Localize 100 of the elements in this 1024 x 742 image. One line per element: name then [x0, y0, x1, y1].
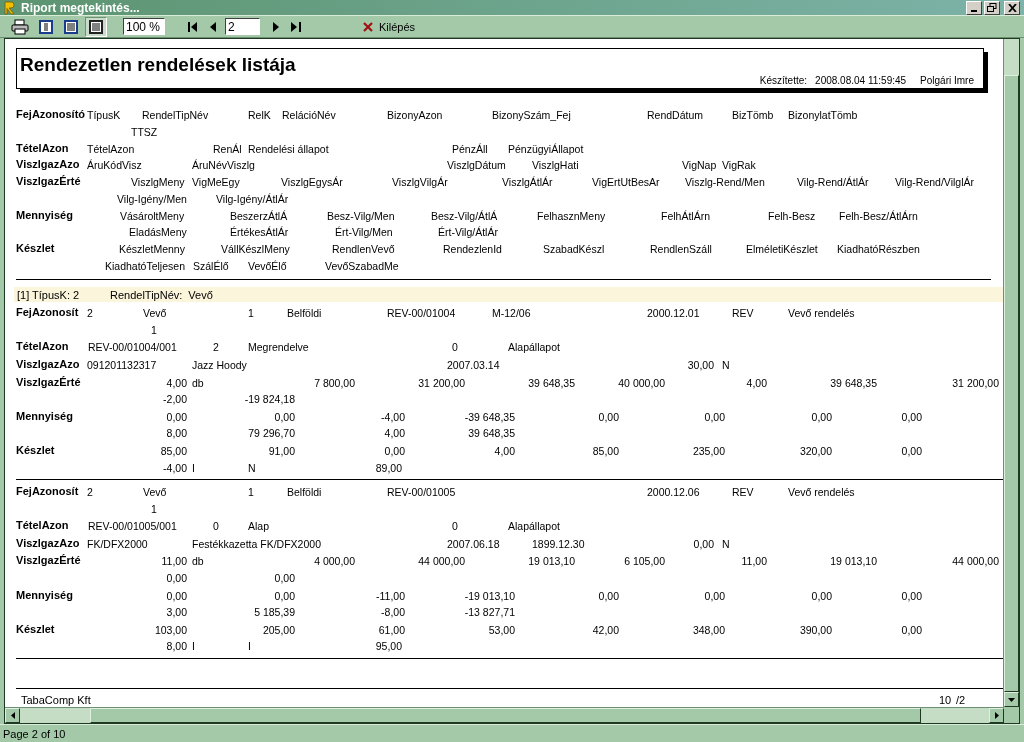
field-value: Jazz Hoody: [192, 358, 247, 371]
field-value: 2000.12.01: [647, 307, 700, 320]
field-value: 95,00: [375, 640, 402, 653]
field-value: 40 000,00: [618, 376, 665, 389]
minimize-button[interactable]: [966, 0, 982, 15]
field-value: 103,00: [154, 623, 187, 636]
field-value: Megrendelve: [248, 341, 309, 354]
field-value: 0,00: [704, 410, 725, 423]
field-value: 2: [87, 486, 93, 499]
field-value: REV-00/01005/001: [88, 520, 177, 533]
field-value: REV: [732, 486, 754, 499]
section-label: TételAzon: [16, 519, 69, 532]
field-value: 0,00: [166, 572, 187, 585]
field-name: BeszerzÁtlÁ: [230, 209, 288, 222]
field-name: FelhasznMeny: [537, 209, 606, 222]
company-name: TabaComp Kft: [21, 694, 91, 707]
field-value: 0: [452, 341, 458, 354]
field-name: Vilg-Rend/ÁtlÁr: [797, 176, 869, 189]
section-label: ViszlgazÉrté: [16, 175, 81, 188]
field-name: ÁruKódVisz: [87, 159, 142, 172]
zoom-field[interactable]: 100 %: [123, 18, 165, 36]
section-label: Készlet: [16, 622, 55, 635]
field-name: RendezlenId: [443, 242, 502, 255]
report-title: Rendezetlen rendelések listája: [20, 54, 296, 77]
section-label: FejAzonosít: [16, 485, 79, 498]
field-value: -4,00: [163, 461, 187, 474]
field-value: 39 648,35: [528, 376, 575, 389]
field-name: BizTömb: [732, 109, 774, 122]
page-view-button[interactable]: [85, 16, 107, 37]
field-value: 4,00: [384, 427, 405, 440]
scroll-down-icon[interactable]: [1008, 697, 1015, 702]
field-value: 8,00: [166, 427, 187, 440]
status-text: Page 2 of 10: [3, 727, 66, 740]
field-value: 0,00: [693, 537, 714, 550]
field-name: RelK: [248, 109, 271, 122]
field-value: Alap: [248, 520, 269, 533]
section-label: FejAzonosít: [16, 306, 79, 319]
scroll-right-icon[interactable]: [994, 712, 999, 720]
field-name: ViszlgMeny: [131, 176, 185, 189]
field-value: REV-00/01004/001: [88, 341, 177, 354]
field-value: 85,00: [160, 444, 187, 457]
horizontal-scrollbar[interactable]: [5, 707, 1004, 724]
field-name: ViszlgÁtlÁr: [502, 176, 553, 189]
field-name: RendlenSzáll: [650, 242, 712, 255]
section-label: FejAzonosító: [16, 108, 86, 121]
field-value: 3,00: [166, 606, 187, 619]
field-value: 0: [213, 520, 219, 533]
field-name: Besz-Vilg/Men: [327, 209, 395, 222]
field-name: Felh-Besz/ÁtlÁrn: [839, 209, 918, 222]
field-name: ÁruNévViszlg: [192, 159, 255, 172]
field-value: -19 013,10: [464, 589, 515, 602]
field-value: 235,00: [692, 444, 725, 457]
field-value: 2000.12.06: [647, 486, 700, 499]
field-name: VigRak: [722, 159, 756, 172]
field-value: 11,00: [741, 555, 767, 568]
field-value: 0,00: [811, 589, 832, 602]
restore-button[interactable]: [984, 0, 1000, 15]
section-label: TételAzon: [16, 141, 69, 154]
field-value: -11,00: [376, 589, 405, 602]
field-value: 44 000,00: [952, 555, 999, 568]
field-value: 42,00: [592, 623, 619, 636]
field-value: 5 185,39: [254, 606, 295, 619]
author-name: Polgári Imre: [920, 75, 974, 87]
field-name: VigErtUtBesAr: [592, 176, 660, 189]
field-value: FK/DFX2000: [87, 537, 148, 550]
vertical-scrollbar[interactable]: [1003, 39, 1019, 708]
field-value: -13 827,71: [464, 606, 515, 619]
field-name: TételAzon: [87, 142, 135, 155]
field-value: 2007.06.18: [447, 537, 500, 550]
last-page-button[interactable]: [288, 19, 304, 34]
field-name: VigNap: [682, 159, 717, 172]
section-label: TételAzon: [16, 340, 69, 353]
field-name: SzabadKészl: [543, 242, 605, 255]
field-value: M-12/06: [492, 307, 531, 320]
section-label: ViszlgazÉrté: [16, 554, 81, 567]
field-name: ViszlgDátum: [447, 159, 506, 172]
field-value: 53,00: [488, 623, 515, 636]
field-value: 4,00: [166, 376, 187, 389]
field-value: 7 800,00: [314, 376, 355, 389]
field-name: PénzügyiÁllapot: [508, 142, 584, 155]
field-value: 31 200,00: [952, 376, 999, 389]
made-by-label: Készítette:: [759, 75, 808, 87]
field-value: 39 648,35: [830, 376, 877, 389]
exit-button[interactable]: Kilépés: [360, 18, 419, 35]
field-value: 1: [248, 486, 254, 499]
field-value: 0,00: [166, 410, 187, 423]
field-value: 0,00: [274, 410, 295, 423]
field-value: 1: [151, 323, 157, 336]
close-button[interactable]: [1004, 0, 1020, 15]
field-value: 0,00: [384, 444, 405, 457]
field-value: 091201132317: [87, 358, 157, 371]
field-value: 0,00: [901, 444, 922, 457]
page-field[interactable]: 2: [225, 18, 260, 36]
print-button[interactable]: [8, 16, 32, 37]
field-value: Vevő: [143, 307, 167, 320]
field-value: 8,00: [166, 640, 187, 653]
field-value: 19 013,10: [830, 555, 877, 568]
section-label: ViszlgazÉrté: [16, 375, 81, 388]
field-name: FelhÁtlÁrn: [661, 209, 711, 222]
scroll-left-icon[interactable]: [10, 712, 15, 720]
